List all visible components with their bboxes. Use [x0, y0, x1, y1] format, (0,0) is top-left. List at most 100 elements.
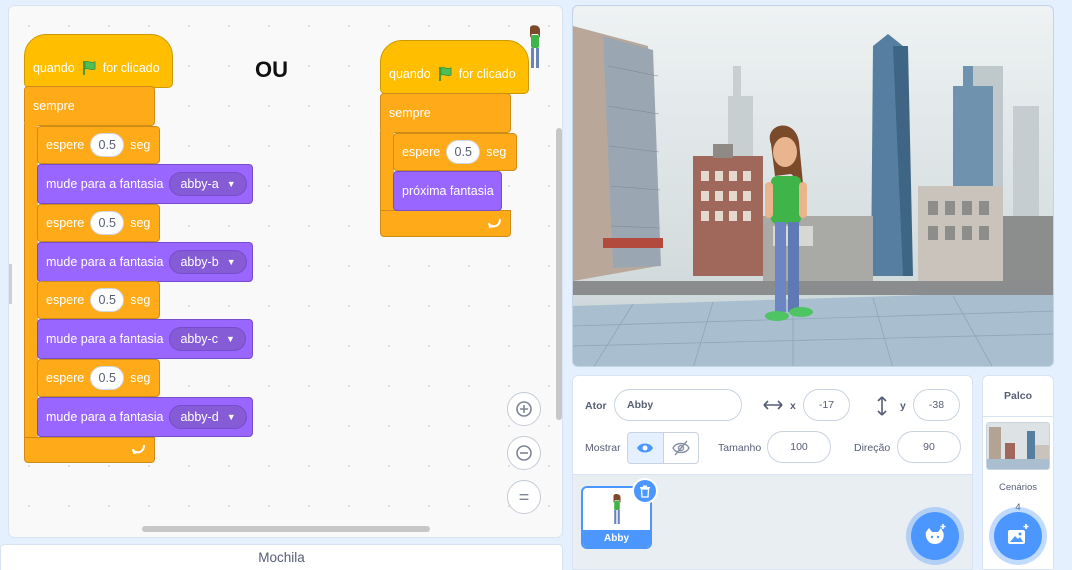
switch-costume-block[interactable]: mude para a fantasia abby-a ▼ [37, 164, 253, 204]
chevron-down-icon: ▼ [226, 257, 236, 267]
forever-arm [24, 124, 38, 440]
green-flag-icon [82, 60, 96, 75]
y-input[interactable]: -38 [913, 389, 960, 421]
direction-label: Direção [854, 442, 891, 454]
forever-block[interactable]: sempre [24, 86, 155, 126]
switch-costume-label: mude para a fantasia [46, 332, 164, 346]
seconds-unit: seg [130, 293, 151, 307]
wait-block[interactable]: espere 0.5 seg [37, 281, 160, 319]
cat-plus-icon [925, 524, 946, 544]
add-backdrop-button[interactable] [994, 512, 1042, 560]
forever-foot [24, 437, 155, 463]
x-input[interactable]: -17 [803, 389, 850, 421]
costume-dropdown[interactable]: abby-d ▼ [169, 405, 247, 429]
seconds-unit: seg [130, 138, 151, 152]
city-backdrop-image [573, 6, 1053, 366]
vertical-scrollbar[interactable] [556, 128, 562, 420]
switch-costume-label: mude para a fantasia [46, 177, 164, 191]
wait-block[interactable]: espere 0.5 seg [393, 133, 517, 171]
when-label: quando [33, 61, 75, 75]
backdrops-label: Cenários [998, 482, 1038, 493]
costume-dropdown[interactable]: abby-b ▼ [169, 250, 247, 274]
chevron-down-icon: ▼ [226, 412, 236, 422]
direction-input[interactable]: 90 [897, 431, 961, 463]
forever-label: sempre [389, 106, 431, 120]
forever-block[interactable]: sempre [380, 93, 511, 133]
wait-seconds-input[interactable]: 0.5 [90, 288, 125, 312]
vertical-arrows-icon [877, 396, 887, 416]
wait-block[interactable]: espere 0.5 seg [37, 204, 160, 242]
wait-label: espere [402, 145, 441, 159]
show-button[interactable] [628, 433, 664, 463]
clicked-label: for clicado [102, 61, 160, 75]
when-flag-clicked-block[interactable]: quando for clicado [24, 34, 173, 88]
hide-button[interactable] [664, 433, 699, 463]
wait-label: espere [46, 371, 85, 385]
forever-foot [380, 210, 511, 237]
delete-sprite-button[interactable] [632, 478, 658, 504]
costume-value: abby-b [180, 255, 219, 269]
sprite-name-input[interactable]: Abby [614, 389, 742, 421]
horizontal-scrollbar[interactable] [142, 526, 430, 532]
zoom-out-button[interactable] [507, 436, 541, 470]
wait-label: espere [46, 216, 85, 230]
ou-label: OU [255, 57, 288, 82]
city-thumbnail [987, 423, 1049, 469]
horizontal-arrows-icon [763, 400, 783, 410]
when-label: quando [389, 67, 431, 81]
seconds-unit: seg [130, 216, 151, 230]
wait-block[interactable]: espere 0.5 seg [37, 126, 160, 164]
next-costume-label: próxima fantasia [402, 184, 494, 198]
chevron-down-icon: ▼ [225, 334, 235, 344]
current-sprite-icon [530, 25, 540, 68]
green-flag-icon [438, 66, 452, 81]
seconds-unit: seg [130, 371, 151, 385]
switch-costume-label: mude para a fantasia [46, 410, 164, 424]
loop-arrow-icon [488, 218, 501, 228]
add-sprite-button[interactable] [911, 512, 959, 560]
zoom-out-icon [516, 445, 532, 461]
costume-dropdown[interactable]: abby-c ▼ [169, 327, 246, 351]
wait-block[interactable]: espere 0.5 seg [37, 359, 160, 397]
costume-value: abby-c [180, 332, 218, 346]
sprite-tile-name: Abby [583, 530, 650, 547]
costume-value: abby-a [180, 177, 219, 191]
y-label: y [900, 400, 906, 412]
code-area-edge [9, 264, 12, 304]
abby-thumbnail [613, 494, 621, 524]
visibility-toggle [627, 432, 699, 464]
eye-off-icon [671, 440, 690, 456]
wait-label: espere [46, 138, 85, 152]
wait-seconds-input[interactable]: 0.5 [90, 366, 125, 390]
wait-label: espere [46, 293, 85, 307]
wait-seconds-input[interactable]: 0.5 [446, 140, 481, 164]
costume-value: abby-d [180, 410, 219, 424]
switch-costume-block[interactable]: mude para a fantasia abby-b ▼ [37, 242, 253, 282]
costume-dropdown[interactable]: abby-a ▼ [169, 172, 247, 196]
stage-pane-title: Palco [982, 376, 1054, 417]
zoom-reset-button[interactable]: = [507, 480, 541, 514]
image-plus-icon [1008, 524, 1029, 544]
size-input[interactable]: 100 [767, 431, 831, 463]
sprite-name-label: Ator [585, 400, 607, 412]
clicked-label: for clicado [458, 67, 516, 81]
next-costume-block[interactable]: próxima fantasia [393, 171, 502, 211]
wait-seconds-input[interactable]: 0.5 [90, 133, 125, 157]
wait-seconds-input[interactable]: 0.5 [90, 211, 125, 235]
backpack-bar[interactable]: Mochila [0, 544, 563, 570]
zoom-in-button[interactable] [507, 392, 541, 426]
zoom-in-icon [516, 401, 532, 417]
when-flag-clicked-block[interactable]: quando for clicado [380, 40, 529, 94]
loop-arrow-icon [132, 444, 145, 455]
forever-label: sempre [33, 99, 75, 113]
switch-costume-block[interactable]: mude para a fantasia abby-c ▼ [37, 319, 253, 359]
stage[interactable] [572, 5, 1054, 367]
switch-costume-label: mude para a fantasia [46, 255, 164, 269]
backdrop-thumbnail[interactable] [986, 422, 1050, 470]
seconds-unit: seg [486, 145, 507, 159]
trash-icon [640, 485, 650, 498]
switch-costume-block[interactable]: mude para a fantasia abby-d ▼ [37, 397, 253, 437]
eye-icon [637, 443, 654, 453]
chevron-down-icon: ▼ [226, 179, 236, 189]
forever-arm [380, 131, 394, 213]
